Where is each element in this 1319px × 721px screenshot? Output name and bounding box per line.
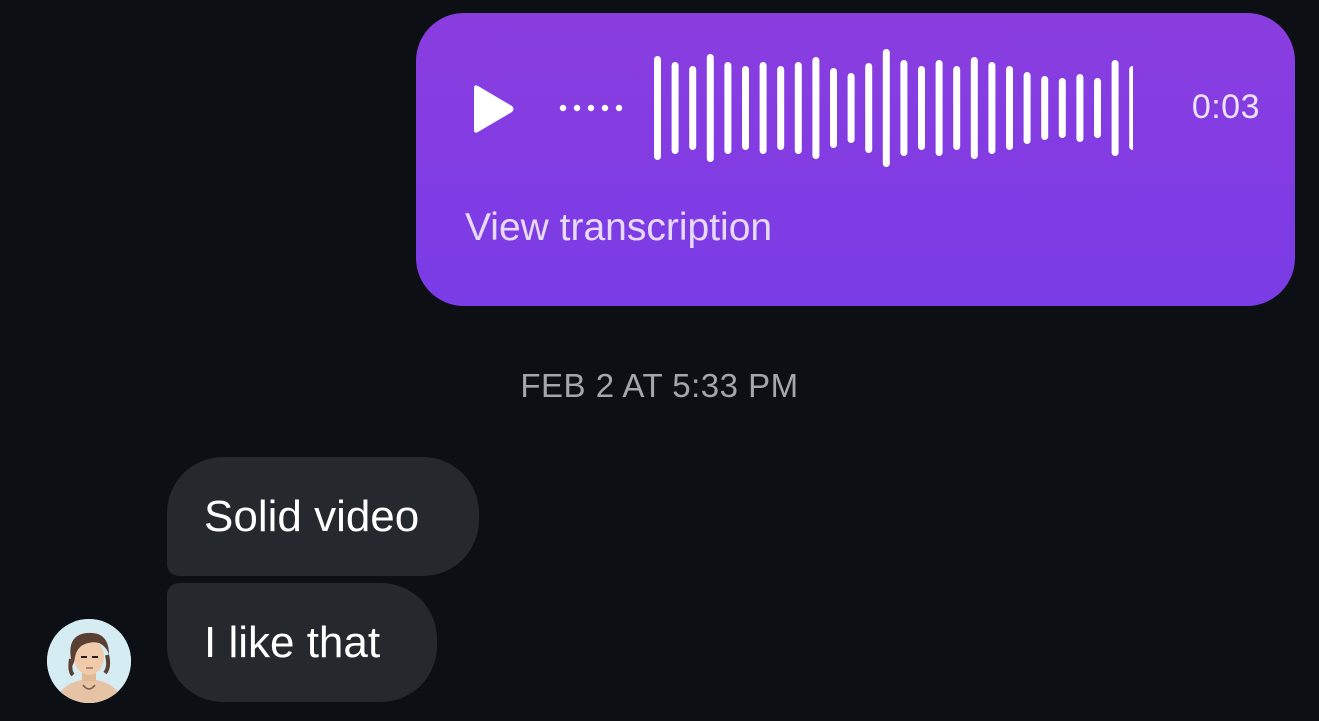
waveform-bar <box>882 49 890 167</box>
waveform-bar <box>777 66 785 150</box>
waveform-bar <box>706 54 714 162</box>
waveform-dot <box>587 104 595 112</box>
audio-waveform[interactable] <box>558 40 1133 180</box>
waveform-dot <box>573 104 581 112</box>
view-transcription-link[interactable]: View transcription <box>465 206 772 250</box>
waveform-bar <box>1058 78 1066 138</box>
waveform-bar <box>671 62 679 154</box>
chat-screen: 0:03 View transcription FEB 2 AT 5:33 PM… <box>0 0 1319 721</box>
waveform-bar <box>654 56 661 160</box>
waveform-bar <box>724 62 732 154</box>
play-button[interactable] <box>470 84 516 134</box>
message-text: I like that <box>204 618 381 667</box>
waveform-bar <box>1094 78 1101 138</box>
waveform-bar <box>1023 72 1031 144</box>
waveform-bar <box>1006 66 1013 150</box>
waveform-bar <box>742 66 749 150</box>
avatar[interactable] <box>47 619 131 703</box>
waveform-bar <box>970 57 978 159</box>
incoming-message-bubble[interactable]: I like that <box>167 583 437 702</box>
waveform-dot <box>601 104 609 112</box>
waveform-bar <box>900 60 908 156</box>
waveform-bar <box>847 73 855 143</box>
waveform-bar <box>918 66 925 150</box>
play-icon <box>474 85 514 133</box>
waveform-bar <box>794 62 802 154</box>
waveform-bar <box>689 66 697 150</box>
avatar-illustration-icon <box>47 619 131 703</box>
waveform-bar <box>1111 60 1119 156</box>
waveform-bar <box>830 68 837 148</box>
waveform-bar <box>1041 76 1049 140</box>
voice-duration: 0:03 <box>1191 88 1260 126</box>
waveform-dot <box>559 104 567 112</box>
incoming-message-bubble[interactable]: Solid video <box>167 457 479 576</box>
waveform-bar <box>935 60 943 156</box>
waveform-bar <box>1076 74 1084 142</box>
waveform-bar <box>988 62 996 154</box>
waveform-bar <box>812 57 820 159</box>
waveform-bar <box>1129 66 1133 150</box>
message-text: Solid video <box>204 492 420 541</box>
waveform-bar <box>953 66 961 150</box>
waveform-bar <box>865 63 873 153</box>
waveform-bar <box>759 62 767 154</box>
message-timestamp: FEB 2 AT 5:33 PM <box>520 367 799 404</box>
waveform-dot <box>615 104 623 112</box>
